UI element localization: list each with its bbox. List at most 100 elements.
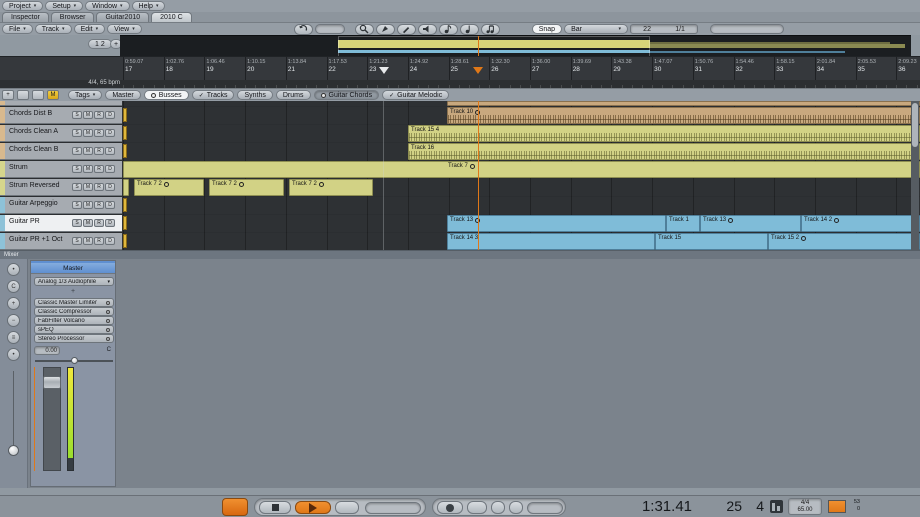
track-s-button[interactable]: S	[72, 183, 82, 191]
track-d-button[interactable]: D	[105, 219, 115, 227]
track-r-button[interactable]: R	[94, 201, 104, 209]
marker-mode-button[interactable]: M	[47, 90, 59, 100]
tag-pill-guitar-chords[interactable]: Guitar Chords	[314, 90, 380, 100]
toolbar-menu-edit[interactable]: Edit▾	[74, 24, 106, 34]
track-m-button[interactable]: M	[83, 165, 93, 173]
clip-track-7-2[interactable]: Track 7 2	[209, 179, 284, 196]
clip-track-13[interactable]: Track 13	[447, 215, 666, 232]
menu-setup[interactable]: Setup▾	[45, 1, 83, 11]
plugin-slot-classic-master-limiter[interactable]: Classic Master Limiter	[34, 298, 114, 307]
tag-pill-busses[interactable]: Busses	[144, 90, 189, 100]
track-r-button[interactable]: R	[94, 129, 104, 137]
metronome-button[interactable]	[467, 501, 487, 514]
edit-cursor-marker-icon[interactable]	[379, 67, 389, 74]
track-d-button[interactable]: D	[105, 111, 115, 119]
clip-item[interactable]	[447, 101, 920, 106]
track-s-button[interactable]: S	[72, 147, 82, 155]
power-button[interactable]	[222, 498, 248, 516]
arrange-scrollbar-thumb[interactable]	[912, 103, 918, 147]
plugin-slot-classic-compressor[interactable]: Classic Compressor	[34, 307, 114, 316]
track-header-guitar-pr-1-oct[interactable]: Guitar PR +1 OctSMRD	[0, 233, 122, 250]
tool-pencil-button[interactable]	[397, 24, 416, 35]
fader-handle[interactable]	[43, 376, 61, 389]
track-r-button[interactable]: R	[94, 237, 104, 245]
clip-track-7[interactable]: Track 7	[123, 161, 920, 178]
doc-tab-2010-c[interactable]: 2010 C	[151, 12, 192, 22]
track-r-button[interactable]: R	[94, 111, 104, 119]
track-header-chords-clean-b[interactable]: Chords Clean BSMRD	[0, 143, 122, 160]
strip-header[interactable]: Master	[31, 261, 115, 274]
toolbar-menu-file[interactable]: File▾	[2, 24, 33, 34]
mixer-side-button-3[interactable]: +	[7, 297, 20, 310]
tag-pill-master[interactable]: Master	[105, 90, 140, 100]
add-plugin-button[interactable]: +	[31, 288, 115, 295]
menu-help[interactable]: Help▾	[132, 1, 166, 11]
clip-track-15-4[interactable]: Track 15 4	[408, 125, 920, 142]
doc-tab-browser[interactable]: Browser	[51, 12, 95, 22]
clip-track-15[interactable]: Track 15	[655, 233, 768, 250]
track-s-button[interactable]: S	[72, 237, 82, 245]
count-in-button[interactable]	[491, 501, 505, 514]
track-d-button[interactable]: D	[105, 165, 115, 173]
clip-track-15-2[interactable]: Track 15 2	[768, 233, 920, 250]
clip-track-10[interactable]: Track 10	[447, 107, 920, 124]
mixer-side-button-2[interactable]: C	[7, 280, 20, 293]
doc-tab-inspector[interactable]: Inspector	[2, 12, 49, 22]
track-d-button[interactable]: D	[105, 201, 115, 209]
tag-pill-drums[interactable]: Drums	[276, 90, 311, 100]
play-button[interactable]	[295, 501, 331, 514]
tool-speaker-button[interactable]	[418, 24, 437, 35]
mixer-side-button-6[interactable]: •	[7, 348, 20, 361]
toolbar-menu-view[interactable]: View▾	[107, 24, 142, 34]
track-header-item[interactable]	[0, 101, 122, 106]
undo-button[interactable]	[294, 24, 313, 35]
tag-pill-synths[interactable]: Synths	[237, 90, 272, 100]
tool-hand-button[interactable]	[376, 24, 395, 35]
track-m-button[interactable]: M	[83, 219, 93, 227]
loop-button[interactable]	[335, 501, 359, 514]
grid-mode-select[interactable]: Bar▾	[564, 24, 628, 34]
track-d-button[interactable]: D	[105, 183, 115, 191]
tempo-signature-box[interactable]: 4/4 65.00	[788, 498, 822, 515]
plugin-slot-stereo-processor[interactable]: Stereo Processor	[34, 334, 114, 343]
track-s-button[interactable]: S	[72, 219, 82, 227]
track-header-guitar-pr[interactable]: Guitar PRSMRD	[0, 215, 122, 232]
nav-zoom-preset-button[interactable]: 1 2	[88, 39, 112, 49]
playhead-marker-icon[interactable]	[473, 67, 483, 74]
track-m-button[interactable]: M	[83, 237, 93, 245]
track-s-button[interactable]: S	[72, 129, 82, 137]
tag-pill-guitar-melodic[interactable]: ✓Guitar Melodic	[382, 90, 449, 100]
clip-track-13[interactable]: Track 13	[700, 215, 801, 232]
track-header-guitar-arpeggio[interactable]: Guitar ArpeggioSMRD	[0, 197, 122, 214]
track-d-button[interactable]: D	[105, 129, 115, 137]
nav-viewport-box[interactable]	[338, 36, 650, 56]
mixer-side-button-4[interactable]: −	[7, 314, 20, 327]
toolbar-menu-track[interactable]: Track▾	[35, 24, 72, 34]
bars-beats-icon[interactable]	[770, 500, 783, 513]
tag-tool-button-1[interactable]: +	[2, 90, 14, 100]
track-s-button[interactable]: S	[72, 201, 82, 209]
tag-pill-tags[interactable]: Tags▾	[68, 90, 102, 100]
clip-track-14-2[interactable]: Track 14 2	[801, 215, 920, 232]
clip-track-16[interactable]: Track 16	[408, 143, 920, 160]
track-d-button[interactable]: D	[105, 147, 115, 155]
track-m-button[interactable]: M	[83, 183, 93, 191]
overview-navigator[interactable]	[120, 35, 911, 56]
record-button[interactable]	[437, 501, 463, 514]
tag-pill-tracks[interactable]: ✓Tracks	[192, 90, 235, 100]
track-r-button[interactable]: R	[94, 147, 104, 155]
menu-project[interactable]: Project▾	[2, 1, 43, 11]
track-m-button[interactable]: M	[83, 111, 93, 119]
track-header-chords-clean-a[interactable]: Chords Clean ASMRD	[0, 125, 122, 142]
pan-slider-knob[interactable]	[71, 357, 78, 364]
tag-tool-button-3[interactable]	[32, 90, 44, 100]
tool-magnify-button[interactable]	[355, 24, 374, 35]
clip-track-1[interactable]: Track 1	[666, 215, 700, 232]
mixer-side-button-5[interactable]: ≡	[7, 331, 20, 344]
timeline-ruler[interactable]: 0:59.07171:02.76181:06.46191:10.15201:13…	[0, 56, 920, 80]
track-s-button[interactable]: S	[72, 165, 82, 173]
clip-track-7-2[interactable]: Track 7 2	[134, 179, 204, 196]
track-m-button[interactable]: M	[83, 129, 93, 137]
mixer-side-button-1[interactable]: •	[7, 263, 20, 276]
track-header-strum-reversed[interactable]: Strum ReversedSMRD	[0, 179, 122, 196]
